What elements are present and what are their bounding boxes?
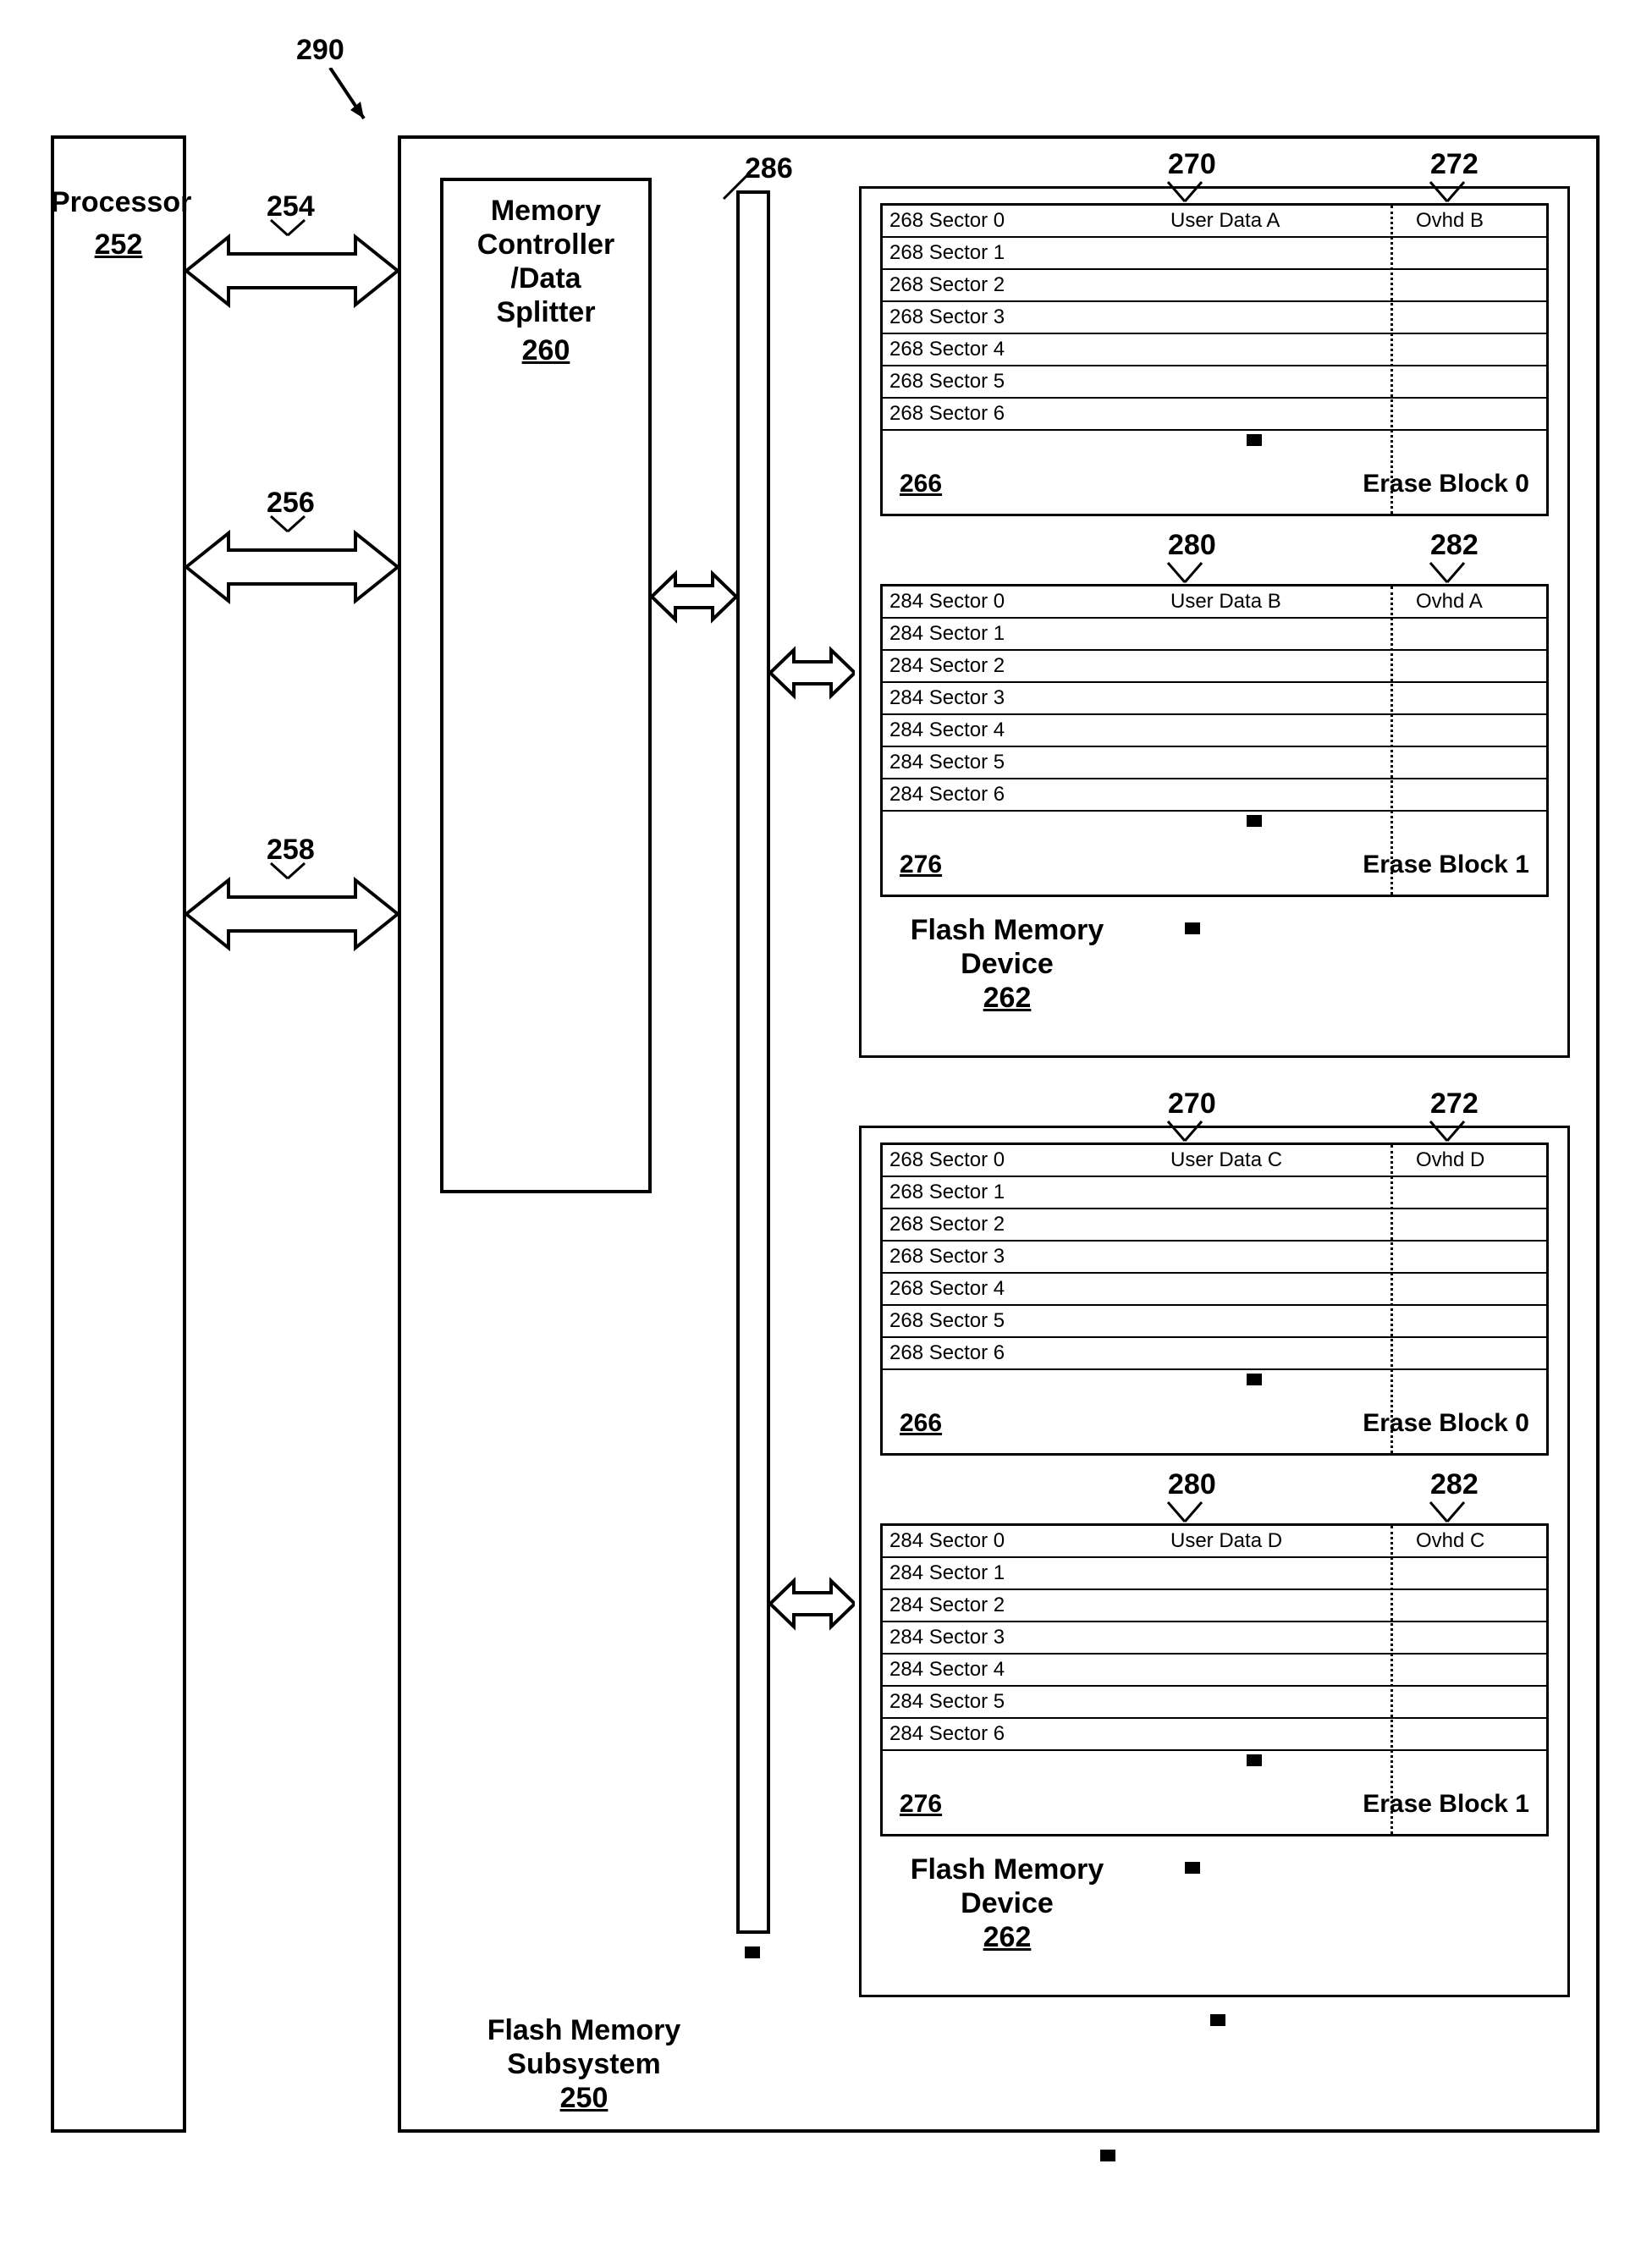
dev1-eb0-s4: 268 Sector 4 xyxy=(883,334,1546,366)
split-258 xyxy=(254,846,322,880)
dev2-eb1-num: 276 xyxy=(900,1790,942,1819)
dev2-eb1-s4: 284 Sector 4 xyxy=(883,1655,1546,1687)
dev2-eb1-s2: 284 Sector 2 xyxy=(883,1590,1546,1622)
dev1-eb0-s2: 268 Sector 2 xyxy=(883,270,1546,302)
split-254 xyxy=(254,203,322,237)
subsystem-continuation-dots xyxy=(1100,2150,1115,2178)
dev1-eb1-s6: 284 Sector 6 xyxy=(883,779,1546,812)
dev1-eb1: 284 Sector 0User Data BOvhd A 284 Sector… xyxy=(880,584,1549,897)
ref-290: 290 xyxy=(296,34,344,67)
dev1-eb1-s3: 284 Sector 3 xyxy=(883,683,1546,715)
dev2-eb1: 284 Sector 0User Data DOvhd C 284 Sector… xyxy=(880,1523,1549,1836)
dev1-eb1-s5: 284 Sector 5 xyxy=(883,747,1546,779)
bus-continuation-dots xyxy=(745,1946,760,1975)
dev1-eb1-name: Erase Block 1 xyxy=(1363,851,1529,879)
dev1-fmd-l2: Device xyxy=(880,948,1134,981)
subsystem-l2: Subsystem xyxy=(474,2048,694,2081)
dev2-b0-col272-lead xyxy=(1405,1100,1473,1143)
dev1-b1-col282-lead xyxy=(1405,542,1473,584)
dev2-eb1-s3: 284 Sector 3 xyxy=(883,1622,1546,1655)
dev1-eb1-s2: 284 Sector 2 xyxy=(883,651,1546,683)
dev2-eb0-s3: 268 Sector 3 xyxy=(883,1242,1546,1274)
dev2-eb1-name: Erase Block 1 xyxy=(1363,1790,1529,1819)
controller-box xyxy=(440,178,652,1193)
dev1-eb1-num: 276 xyxy=(900,851,942,879)
dev1-b0-col272-lead xyxy=(1405,161,1473,203)
arrow-258 xyxy=(186,867,398,961)
dev1-eb1-s4: 284 Sector 4 xyxy=(883,715,1546,747)
dev2-eb1-s6: 284 Sector 6 xyxy=(883,1719,1546,1751)
dev1-eb0-s1: 268 Sector 1 xyxy=(883,238,1546,270)
dev2-fmd-l2: Device xyxy=(880,1887,1134,1920)
dev2-b1-col282-lead xyxy=(1405,1481,1473,1523)
dev2-eb0-s2: 268 Sector 2 xyxy=(883,1209,1546,1242)
dev2-eb0: 268 Sector 0User Data COvhd D 268 Sector… xyxy=(880,1143,1549,1456)
dev1-blocks-dots xyxy=(1185,922,1200,951)
dev2-eb0-s4: 268 Sector 4 xyxy=(883,1274,1546,1306)
dev2-fmd-l1: Flash Memory xyxy=(880,1853,1134,1886)
dev1-eb0-dots xyxy=(1247,434,1262,463)
dev2-blocks-dots xyxy=(1185,1862,1200,1891)
dev2-eb1-dots xyxy=(1247,1754,1262,1783)
dev2-eb0-s1: 268 Sector 1 xyxy=(883,1177,1546,1209)
dev2-fmd-num: 262 xyxy=(880,1921,1134,1954)
arrow-bus-dev1 xyxy=(770,643,855,702)
subsystem-num: 250 xyxy=(474,2082,694,2115)
dev1-eb0-s6: 268 Sector 6 xyxy=(883,399,1546,431)
dev1-eb0: 268 Sector 0User Data AOvhd B 268 Sector… xyxy=(880,203,1549,516)
dev1-eb0-s0: 268 Sector 0User Data AOvhd B xyxy=(883,206,1546,238)
processor-label: Processor xyxy=(51,186,186,219)
dev1-b0-col270-lead xyxy=(1143,161,1210,203)
dev1-eb0-s3: 268 Sector 3 xyxy=(883,302,1546,334)
dev1-eb0-num: 266 xyxy=(900,470,942,498)
dev2-b1-col280-lead xyxy=(1143,1481,1210,1523)
dev2-eb0-s0: 268 Sector 0User Data COvhd D xyxy=(883,1145,1546,1177)
split-256 xyxy=(254,499,322,533)
dev2-eb0-dots xyxy=(1247,1374,1262,1402)
dev1-eb0-name: Erase Block 0 xyxy=(1363,470,1529,498)
dev2-eb0-s5: 268 Sector 5 xyxy=(883,1306,1546,1338)
dev2-eb1-s0: 284 Sector 0User Data DOvhd C xyxy=(883,1526,1546,1558)
controller-l3: /Data xyxy=(440,262,652,295)
processor-box xyxy=(51,135,186,2133)
dev2-eb0-name: Erase Block 0 xyxy=(1363,1409,1529,1438)
controller-l4: Splitter xyxy=(440,296,652,329)
controller-l2: Controller xyxy=(440,229,652,262)
dev1-eb1-s0: 284 Sector 0User Data BOvhd A xyxy=(883,586,1546,619)
bus-lead xyxy=(719,165,757,203)
dev1-eb1-s1: 284 Sector 1 xyxy=(883,619,1546,651)
dev1-eb1-dots xyxy=(1247,815,1262,844)
dev2-eb0-s6: 268 Sector 6 xyxy=(883,1338,1546,1370)
processor-num: 252 xyxy=(51,229,186,262)
arrow-bus-dev2 xyxy=(770,1574,855,1633)
arrow-256 xyxy=(186,520,398,614)
dev1-fmd-l1: Flash Memory xyxy=(880,914,1134,947)
bus-box xyxy=(736,190,770,1934)
arrow-290 xyxy=(322,68,372,135)
arrow-254 xyxy=(186,224,398,317)
dev1-b1-col280-lead xyxy=(1143,542,1210,584)
controller-l1: Memory xyxy=(440,195,652,228)
dev2-eb1-s5: 284 Sector 5 xyxy=(883,1687,1546,1719)
devices-continuation-dots xyxy=(1210,2014,1225,2043)
subsystem-l1: Flash Memory xyxy=(474,2014,694,2047)
controller-num: 260 xyxy=(440,334,652,367)
dev1-fmd-num: 262 xyxy=(880,982,1134,1015)
dev2-eb1-s1: 284 Sector 1 xyxy=(883,1558,1546,1590)
dev1-eb0-s5: 268 Sector 5 xyxy=(883,366,1546,399)
dev2-eb0-num: 266 xyxy=(900,1409,942,1438)
dev2-b0-col270-lead xyxy=(1143,1100,1210,1143)
arrow-ctrl-bus xyxy=(652,567,736,626)
